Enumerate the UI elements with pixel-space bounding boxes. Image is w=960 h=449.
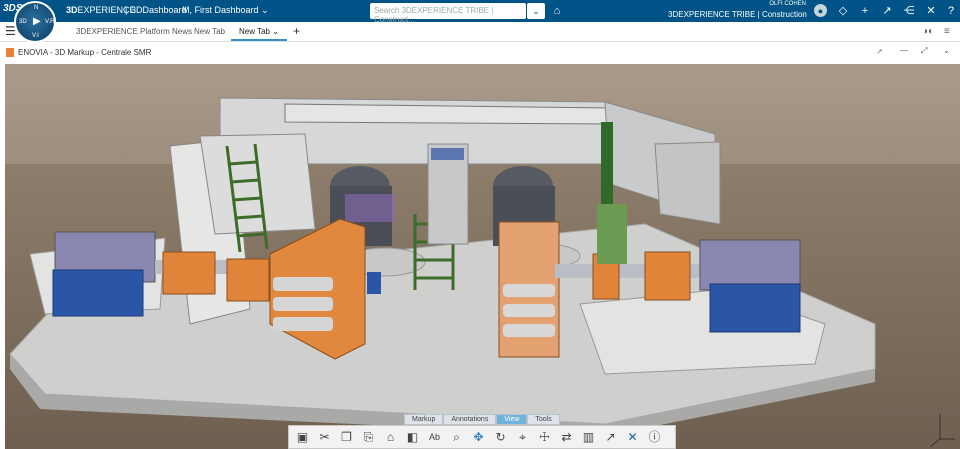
fullscreen-icon[interactable]: ⤢ [921,46,927,56]
right-gearbox [644,251,691,301]
network-icon[interactable]: ⋲ [902,4,916,18]
app-icon [6,48,14,57]
action-bar: ▣ ✂ ❐ ⎘ ⌂ ◧ Ab ⌕ ✥ ↻ ⌖ ☩ ⇄ ▥ ↗ ✕ ⓘ [288,425,676,449]
zoom-icon[interactable]: ⌕ [446,427,467,447]
tag-icon[interactable]: ◇ [836,4,850,18]
info-icon[interactable]: ⓘ [644,427,665,447]
left-transformer-fin [273,317,333,331]
help-icon[interactable]: ? [944,4,958,18]
rotate-icon[interactable]: ↻ [490,427,511,447]
measure-icon[interactable]: ⇄ [556,427,577,447]
widget-header: ENOVIA - 3D Markup - Centrale SMR ↗ — ⤢ … [0,43,960,63]
search-dropdown-button[interactable]: ⌄ [527,3,545,19]
right-shaft [555,264,715,278]
search-input[interactable]: Search 3DEXPERIENCE TRIBE | Construct... [370,3,526,24]
left-transformer-fin [273,277,333,291]
chevron-down-icon: ⌄ [261,5,269,15]
section-icon[interactable]: ▥ [578,427,599,447]
zoom-area-icon[interactable]: ⌖ [512,427,533,447]
pan-icon[interactable]: ✥ [468,427,489,447]
chevron-down-icon[interactable]: ⌄ [943,46,950,55]
chevron-down-icon: ⌄ [272,27,279,36]
small-blue-box [367,272,381,294]
add-icon[interactable]: + [858,4,872,18]
3d-viewport[interactable] [5,64,960,449]
scissors-icon[interactable]: ✂ [314,427,335,447]
left-gearbox [162,251,216,295]
wall-top [284,103,611,125]
add-tab-button[interactable]: + [285,22,308,41]
compass-small-icon[interactable]: ↗ [600,427,621,447]
tab-bar: ☰ 3DEXPERIENCE Platform News New Tab New… [0,22,960,42]
compass-west-label: 3D [19,19,27,25]
left-coupling [226,258,270,302]
tools-icon[interactable]: ✕ [924,4,938,18]
tab-new-tab-1[interactable]: New Tab [186,22,233,41]
center-transformer-fin [503,324,555,337]
right-wall-panel [654,141,721,225]
right-blue-motor [709,283,801,333]
tab-new-tab-2[interactable]: New Tab ⌄ [231,22,287,41]
minimize-icon[interactable]: — [900,46,908,55]
more-icon[interactable]: ≡ [936,22,958,41]
dashboard-selector[interactable]: M, First Dashboard ⌄ [182,5,269,16]
chevron-down-icon: ⌄ [532,6,540,16]
center-transformer-fin [503,304,555,317]
widget-title: ENOVIA - 3D Markup - Centrale SMR [18,48,152,57]
compass-north-label: N [34,5,39,11]
close-icon[interactable]: ✕ [622,427,643,447]
compass-south-label: V.I [32,33,39,39]
tab-markup[interactable]: Markup [404,414,444,425]
right-purple-motor [699,239,801,291]
brand-separator: | [125,5,128,15]
tab-annotations[interactable]: Annotations [443,414,497,425]
center-transformer-fin [503,284,555,297]
tenant-selector[interactable]: 3DEXPERIENCE TRIBE | Construction [668,10,807,19]
3d-model-render [5,64,960,449]
central-shaft-top [431,148,464,160]
tag-icon[interactable]: ⌂ [550,4,564,18]
avatar[interactable]: ● [814,4,827,17]
home-icon[interactable]: ⌂ [380,427,401,447]
action-bar-tabs: Markup Annotations View Tools [404,414,560,425]
text-icon[interactable]: Ab [424,427,445,447]
left-blue-motor [52,269,144,317]
expand-icon[interactable]: ↗ [876,47,883,56]
compass-east-label: V.R [45,19,55,25]
copy-icon[interactable]: ❐ [336,427,357,447]
left-transformer-fin [273,297,333,311]
tab-view[interactable]: View [496,414,528,425]
tab-tools[interactable]: Tools [527,414,560,425]
compass-button[interactable]: N 3D V.R V.I ▶ [14,1,56,43]
paste-icon[interactable]: ⎘ [358,427,379,447]
share-icon[interactable]: ↗ [880,4,894,18]
shape-icon[interactable]: ▣ [292,427,313,447]
play-icon: ▶ [33,16,41,27]
top-bar: 3DS N 3D V.R V.I ▶ 3DEXPERIENCE | 3DDash… [0,0,960,43]
tab-platform-news[interactable]: 3DEXPERIENCE Platform News [68,22,200,41]
user-name: OLFI COHEN [769,1,806,7]
panel-icon[interactable]: ◧ [402,427,423,447]
left-inner-wall [199,133,316,235]
reactor-internals [345,194,395,222]
green-panel [597,204,627,264]
app-name[interactable]: 3DDashboard [131,5,187,15]
walk-icon[interactable]: ☩ [534,427,555,447]
